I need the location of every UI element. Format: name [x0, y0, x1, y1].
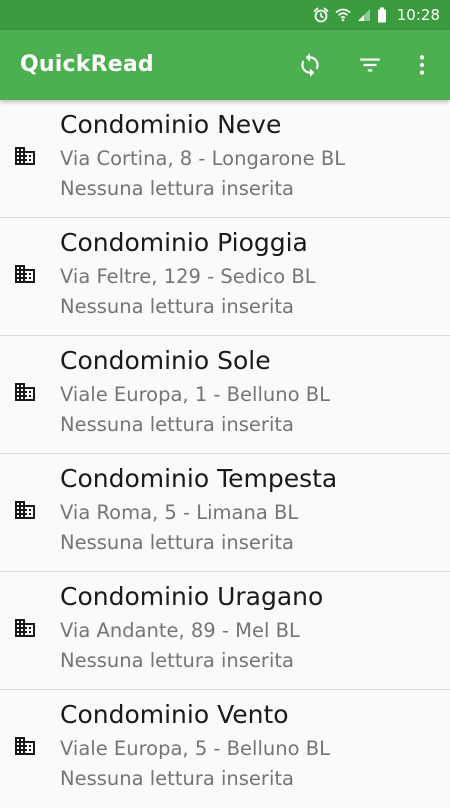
item-title: Condominio Pioggia — [60, 228, 308, 257]
item-address: Viale Europa, 5 - Belluno BL — [60, 737, 330, 760]
building-icon — [15, 737, 35, 755]
item-address: Viale Europa, 1 - Belluno BL — [60, 383, 330, 406]
item-status: Nessuna lettura inserita — [60, 177, 294, 200]
list-item[interactable]: Condominio Neve Via Cortina, 8 - Longaro… — [0, 100, 450, 218]
status-icons: 10:28 — [313, 0, 440, 30]
clock: 10:28 — [396, 6, 440, 24]
app-title: QuickRead — [20, 52, 154, 77]
list-item[interactable]: Condominio Uragano Via Andante, 89 - Mel… — [0, 572, 450, 690]
list-item[interactable]: Condominio Tempesta Via Roma, 5 - Limana… — [0, 454, 450, 572]
building-icon — [15, 147, 35, 165]
building-icon — [15, 619, 35, 637]
item-status: Nessuna lettura inserita — [60, 295, 294, 318]
refresh-icon — [301, 53, 319, 77]
list-item[interactable]: Condominio Pioggia Via Feltre, 129 - Sed… — [0, 218, 450, 336]
item-address: Via Roma, 5 - Limana BL — [60, 501, 299, 524]
app-bar: QuickRead — [0, 30, 450, 100]
item-title: Condominio Vento — [60, 700, 289, 729]
more-vert-icon — [419, 55, 425, 75]
building-icon — [15, 501, 35, 519]
refresh-button[interactable] — [292, 47, 328, 83]
item-address: Via Feltre, 129 - Sedico BL — [60, 265, 316, 288]
list-item[interactable]: Condominio Vento Viale Europa, 5 - Bellu… — [0, 690, 450, 808]
list-item[interactable]: Condominio Sole Viale Europa, 1 - Bellun… — [0, 336, 450, 454]
item-status: Nessuna lettura inserita — [60, 767, 294, 790]
item-status: Nessuna lettura inserita — [60, 413, 294, 436]
item-address: Via Cortina, 8 - Longarone BL — [60, 147, 346, 170]
filter-icon — [360, 58, 380, 72]
item-address: Via Andante, 89 - Mel BL — [60, 619, 300, 642]
signal-icon — [357, 8, 371, 22]
item-title: Condominio Tempesta — [60, 464, 338, 493]
alarm-icon — [313, 7, 329, 23]
item-title: Condominio Uragano — [60, 582, 324, 611]
item-title: Condominio Neve — [60, 110, 282, 139]
building-icon — [15, 265, 35, 283]
more-options-button[interactable] — [404, 47, 440, 83]
filter-button[interactable] — [352, 47, 388, 83]
condominium-list: Condominio Neve Via Cortina, 8 - Longaro… — [0, 100, 450, 808]
item-status: Nessuna lettura inserita — [60, 649, 294, 672]
battery-icon — [377, 7, 387, 23]
wifi-icon — [335, 8, 351, 22]
status-bar: 10:28 — [0, 0, 450, 30]
building-icon — [15, 383, 35, 401]
item-status: Nessuna lettura inserita — [60, 531, 294, 554]
item-title: Condominio Sole — [60, 346, 271, 375]
